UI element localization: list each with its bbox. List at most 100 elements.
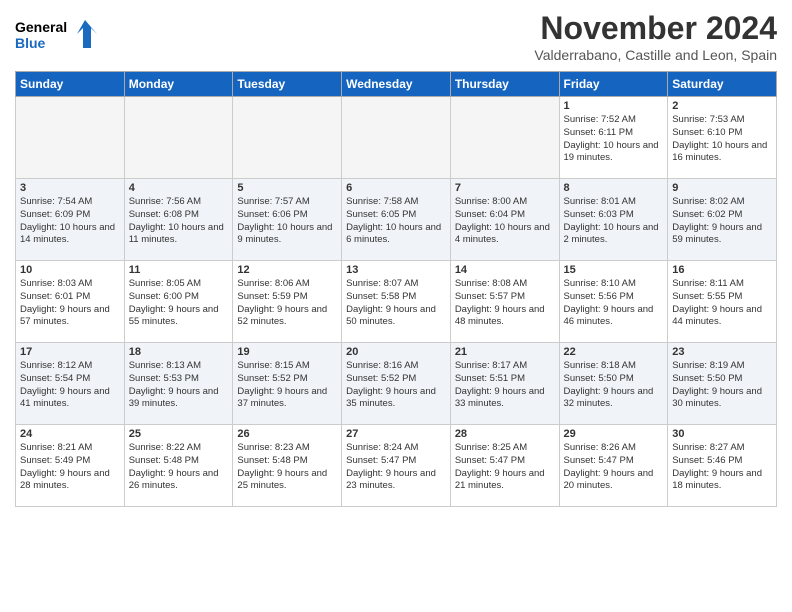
- day-number: 10: [20, 264, 120, 276]
- weekday-header-monday: Monday: [124, 72, 233, 97]
- calendar-day-cell: 24 Sunrise: 8:21 AM Sunset: 5:49 PM Dayli…: [16, 425, 125, 507]
- day-number: 6: [346, 182, 446, 194]
- day-info: Sunrise: 7:52 AM Sunset: 6:11 PM Dayligh…: [564, 114, 664, 165]
- calendar-day-cell: 20Sunrise: 8:16 AM Sunset: 5:52 PM Dayli…: [342, 343, 451, 425]
- day-number: 7: [455, 182, 555, 194]
- calendar-day-cell: 4 Sunrise: 7:56 AM Sunset: 6:08 PM Daylig…: [124, 179, 233, 261]
- day-info: Sunrise: 8:26 AM Sunset: 5:47 PM Dayligh…: [564, 442, 664, 493]
- calendar-day-cell: 15 Sunrise: 8:10 AM Sunset: 5:56 PM Dayli…: [559, 261, 668, 343]
- day-number: 27: [346, 428, 446, 440]
- header: General Blue November 2024 Valderrabano,…: [15, 10, 777, 63]
- calendar-day-cell: 13 Sunrise: 8:07 AM Sunset: 5:58 PM Dayli…: [342, 261, 451, 343]
- day-number: 5: [237, 182, 337, 194]
- calendar-day-cell: 17 Sunrise: 8:12 AM Sunset: 5:54 PM Dayli…: [16, 343, 125, 425]
- weekday-header-sunday: Sunday: [16, 72, 125, 97]
- calendar-day-cell: 7 Sunrise: 8:00 AM Sunset: 6:04 PM Daylig…: [450, 179, 559, 261]
- day-info: Sunrise: 8:24 AM Sunset: 5:47 PM Dayligh…: [346, 442, 446, 493]
- calendar-day-cell: 9 Sunrise: 8:02 AM Sunset: 6:02 PM Daylig…: [668, 179, 777, 261]
- day-number: 11: [129, 264, 229, 276]
- day-info: Sunrise: 8:23 AM Sunset: 5:48 PM Dayligh…: [237, 442, 337, 493]
- calendar-day-cell: 6 Sunrise: 7:58 AM Sunset: 6:05 PM Daylig…: [342, 179, 451, 261]
- day-info: Sunrise: 8:25 AM Sunset: 5:47 PM Dayligh…: [455, 442, 555, 493]
- day-number: 20: [346, 346, 446, 358]
- logo-svg: General Blue: [15, 16, 105, 61]
- day-info: Sunrise: 8:08 AM Sunset: 5:57 PM Dayligh…: [455, 278, 555, 329]
- calendar-day-cell: 23 Sunrise: 8:19 AM Sunset: 5:50 PM Dayli…: [668, 343, 777, 425]
- day-number: 15: [564, 264, 664, 276]
- calendar-day-cell: 11Sunrise: 8:05 AM Sunset: 6:00 PM Dayli…: [124, 261, 233, 343]
- calendar-week-row: 10 Sunrise: 8:03 AM Sunset: 6:01 PM Dayli…: [16, 261, 777, 343]
- day-info: Sunrise: 7:56 AM Sunset: 6:08 PM Dayligh…: [129, 196, 229, 247]
- calendar-day-cell: 28 Sunrise: 8:25 AM Sunset: 5:47 PM Dayli…: [450, 425, 559, 507]
- calendar-day-cell: [233, 97, 342, 179]
- day-number: 25: [129, 428, 229, 440]
- calendar-day-cell: 19 Sunrise: 8:15 AM Sunset: 5:52 PM Dayli…: [233, 343, 342, 425]
- day-number: 24: [20, 428, 120, 440]
- day-number: 21: [455, 346, 555, 358]
- day-info: Sunrise: 8:18 AM Sunset: 5:50 PM Dayligh…: [564, 360, 664, 411]
- calendar-day-cell: 2Sunrise: 7:53 AM Sunset: 6:10 PM Daylig…: [668, 97, 777, 179]
- day-info: Sunrise: 8:27 AM Sunset: 5:46 PM Dayligh…: [672, 442, 772, 493]
- day-info: Sunrise: 7:57 AM Sunset: 6:06 PM Dayligh…: [237, 196, 337, 247]
- day-number: 8: [564, 182, 664, 194]
- calendar-day-cell: 22 Sunrise: 8:18 AM Sunset: 5:50 PM Dayli…: [559, 343, 668, 425]
- svg-text:Blue: Blue: [15, 35, 46, 51]
- calendar-day-cell: 3 Sunrise: 7:54 AM Sunset: 6:09 PM Daylig…: [16, 179, 125, 261]
- day-info: Sunrise: 7:58 AM Sunset: 6:05 PM Dayligh…: [346, 196, 446, 247]
- calendar-week-row: 3 Sunrise: 7:54 AM Sunset: 6:09 PM Daylig…: [16, 179, 777, 261]
- day-number: 19: [237, 346, 337, 358]
- day-info: Sunrise: 8:21 AM Sunset: 5:49 PM Dayligh…: [20, 442, 120, 493]
- day-info: Sunrise: 8:13 AM Sunset: 5:53 PM Dayligh…: [129, 360, 229, 411]
- day-info: Sunrise: 8:03 AM Sunset: 6:01 PM Dayligh…: [20, 278, 120, 329]
- calendar-day-cell: 14 Sunrise: 8:08 AM Sunset: 5:57 PM Dayli…: [450, 261, 559, 343]
- day-number: 28: [455, 428, 555, 440]
- calendar-day-cell: 5 Sunrise: 7:57 AM Sunset: 6:06 PM Daylig…: [233, 179, 342, 261]
- day-number: 3: [20, 182, 120, 194]
- day-info: Sunrise: 8:01 AM Sunset: 6:03 PM Dayligh…: [564, 196, 664, 247]
- month-title: November 2024: [534, 10, 777, 47]
- calendar-day-cell: 25 Sunrise: 8:22 AM Sunset: 5:48 PM Dayli…: [124, 425, 233, 507]
- calendar-day-cell: [342, 97, 451, 179]
- day-number: 29: [564, 428, 664, 440]
- calendar-day-cell: 27 Sunrise: 8:24 AM Sunset: 5:47 PM Dayli…: [342, 425, 451, 507]
- day-info: Sunrise: 8:15 AM Sunset: 5:52 PM Dayligh…: [237, 360, 337, 411]
- calendar-day-cell: 12Sunrise: 8:06 AM Sunset: 5:59 PM Dayli…: [233, 261, 342, 343]
- day-info: Sunrise: 8:17 AM Sunset: 5:51 PM Dayligh…: [455, 360, 555, 411]
- day-number: 14: [455, 264, 555, 276]
- calendar-day-cell: [16, 97, 125, 179]
- calendar-day-cell: 21 Sunrise: 8:17 AM Sunset: 5:51 PM Dayli…: [450, 343, 559, 425]
- day-number: 12: [237, 264, 337, 276]
- day-number: 16: [672, 264, 772, 276]
- day-info: Sunrise: 8:10 AM Sunset: 5:56 PM Dayligh…: [564, 278, 664, 329]
- calendar-day-cell: 30 Sunrise: 8:27 AM Sunset: 5:46 PM Dayli…: [668, 425, 777, 507]
- day-number: 9: [672, 182, 772, 194]
- day-number: 23: [672, 346, 772, 358]
- day-number: 30: [672, 428, 772, 440]
- day-info: Sunrise: 7:54 AM Sunset: 6:09 PM Dayligh…: [20, 196, 120, 247]
- day-info: Sunrise: 8:19 AM Sunset: 5:50 PM Dayligh…: [672, 360, 772, 411]
- day-number: 22: [564, 346, 664, 358]
- day-number: 13: [346, 264, 446, 276]
- calendar-week-row: 1 Sunrise: 7:52 AM Sunset: 6:11 PM Daylig…: [16, 97, 777, 179]
- day-info: Sunrise: 8:02 AM Sunset: 6:02 PM Dayligh…: [672, 196, 772, 247]
- calendar-day-cell: 1 Sunrise: 7:52 AM Sunset: 6:11 PM Daylig…: [559, 97, 668, 179]
- day-number: 17: [20, 346, 120, 358]
- calendar-day-cell: 10 Sunrise: 8:03 AM Sunset: 6:01 PM Dayli…: [16, 261, 125, 343]
- calendar-day-cell: 16 Sunrise: 8:11 AM Sunset: 5:55 PM Dayli…: [668, 261, 777, 343]
- weekday-header-saturday: Saturday: [668, 72, 777, 97]
- day-info: Sunrise: 8:11 AM Sunset: 5:55 PM Dayligh…: [672, 278, 772, 329]
- day-info: Sunrise: 7:53 AM Sunset: 6:10 PM Dayligh…: [672, 114, 772, 165]
- calendar-week-row: 17 Sunrise: 8:12 AM Sunset: 5:54 PM Dayli…: [16, 343, 777, 425]
- svg-text:General: General: [15, 19, 67, 35]
- day-info: Sunrise: 8:12 AM Sunset: 5:54 PM Dayligh…: [20, 360, 120, 411]
- day-number: 4: [129, 182, 229, 194]
- calendar-day-cell: [450, 97, 559, 179]
- calendar-day-cell: 29 Sunrise: 8:26 AM Sunset: 5:47 PM Dayli…: [559, 425, 668, 507]
- day-number: 1: [564, 100, 664, 112]
- day-info: Sunrise: 8:00 AM Sunset: 6:04 PM Dayligh…: [455, 196, 555, 247]
- calendar-day-cell: 26Sunrise: 8:23 AM Sunset: 5:48 PM Dayli…: [233, 425, 342, 507]
- location-subtitle: Valderrabano, Castille and Leon, Spain: [534, 47, 777, 63]
- weekday-header-friday: Friday: [559, 72, 668, 97]
- day-info: Sunrise: 8:07 AM Sunset: 5:58 PM Dayligh…: [346, 278, 446, 329]
- day-info: Sunrise: 8:22 AM Sunset: 5:48 PM Dayligh…: [129, 442, 229, 493]
